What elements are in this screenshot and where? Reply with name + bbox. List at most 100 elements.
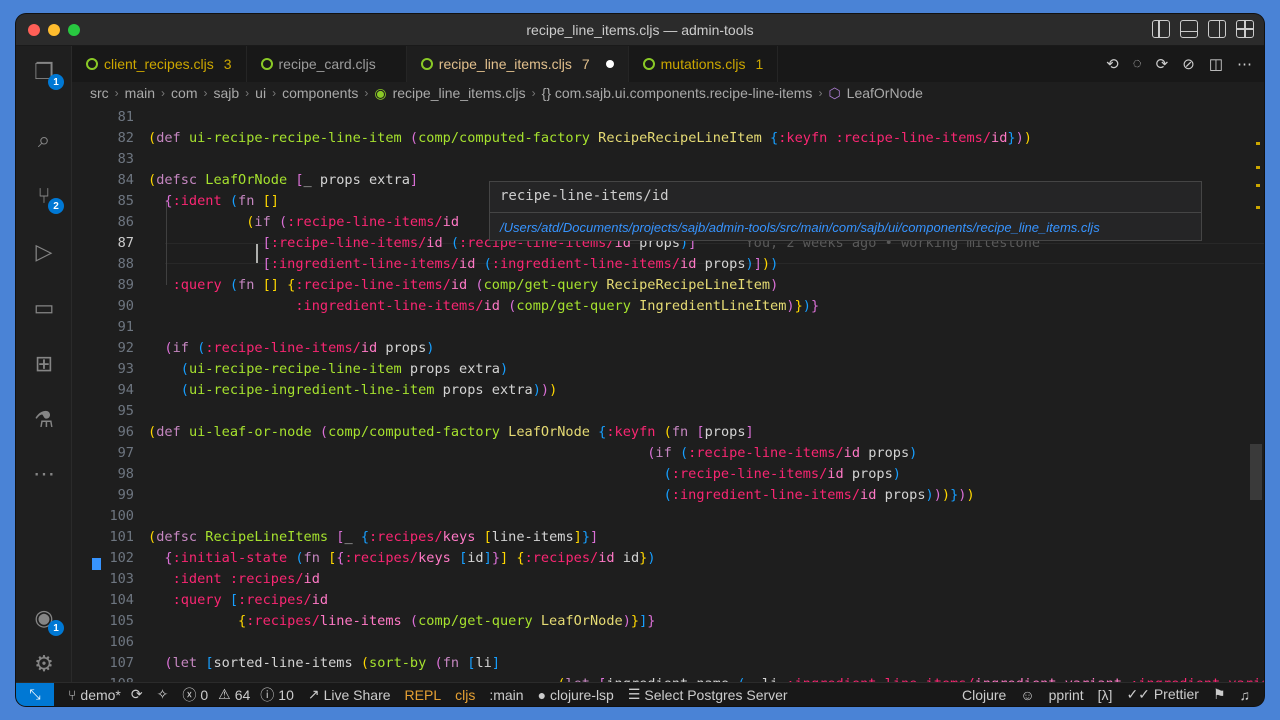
code-line: 90 :ingredient-line-items/id (comp/get-q… bbox=[72, 295, 1264, 316]
tab-recipe-line-items[interactable]: recipe_line_items.cljs 7 bbox=[406, 46, 629, 82]
line-number: 103 bbox=[109, 570, 134, 587]
hover-divider bbox=[490, 212, 1201, 213]
tab-label: recipe_line_items.cljs bbox=[438, 56, 572, 72]
branch-status[interactable]: ⑂ demo* ⟳ bbox=[68, 686, 143, 703]
timeline-icon[interactable]: ◌ bbox=[1133, 55, 1142, 73]
cljs-status[interactable]: cljs bbox=[455, 687, 475, 703]
remote-indicator-icon[interactable]: ⤡ bbox=[16, 682, 54, 706]
accounts-icon[interactable]: ◉ 1 bbox=[30, 604, 64, 636]
testing-icon[interactable]: ⚗ bbox=[30, 406, 58, 434]
go-forward-icon[interactable]: ⟳ bbox=[1156, 55, 1169, 73]
split-editor-icon[interactable]: ◫ bbox=[1209, 55, 1223, 73]
line-number: 90 bbox=[117, 297, 134, 314]
code-line: 91 bbox=[72, 316, 1264, 337]
line-number: 95 bbox=[117, 402, 134, 419]
prettier-label: Prettier bbox=[1153, 686, 1199, 702]
breadcrumb-item[interactable]: ui bbox=[255, 85, 266, 101]
code-editor[interactable]: 81 82 (def ui-recipe-recipe-line-item (co… bbox=[72, 106, 1264, 682]
line-number: 83 bbox=[117, 150, 134, 167]
postgres-label: Select Postgres Server bbox=[644, 686, 788, 703]
run-debug-icon[interactable]: ▷ bbox=[30, 238, 58, 266]
notifications-bell-icon[interactable]: ♫ bbox=[1240, 687, 1251, 703]
go-back-icon[interactable]: ⟲ bbox=[1106, 55, 1119, 73]
breadcrumb-item[interactable]: components bbox=[282, 85, 358, 101]
vertical-scrollbar-thumb[interactable] bbox=[1250, 444, 1262, 500]
repl-status[interactable]: REPL bbox=[405, 687, 442, 703]
maximize-window-button[interactable] bbox=[68, 24, 80, 36]
feedback-icon[interactable]: ⚑ bbox=[1213, 686, 1226, 703]
breadcrumb-symbol[interactable]: LeafOrNode bbox=[847, 85, 923, 101]
toggle-panel-icon[interactable] bbox=[1180, 20, 1198, 38]
postgres-status[interactable]: ☰ Select Postgres Server bbox=[628, 686, 788, 703]
language-mode[interactable]: Clojure bbox=[962, 687, 1006, 703]
explorer-badge: 1 bbox=[48, 74, 64, 90]
tab-client-recipes[interactable]: client_recipes.cljs 3 bbox=[72, 46, 247, 82]
breadcrumb-item[interactable]: recipe_line_items.cljs bbox=[393, 85, 526, 101]
tab-recipe-card[interactable]: recipe_card.cljs bbox=[247, 46, 407, 82]
info-icon: ⓘ bbox=[260, 686, 275, 703]
activity-bar: ❐ 1 ⌕ ⑂ 2 ▷ ▭ ⊞ ⚗ ⋯ ◉ 1 ⚙ bbox=[16, 46, 72, 682]
close-window-button[interactable] bbox=[28, 24, 40, 36]
pprint-toggle[interactable]: pprint bbox=[1049, 687, 1084, 703]
search-icon[interactable]: ⌕ bbox=[30, 126, 58, 154]
explorer-icon[interactable]: ❐ 1 bbox=[30, 58, 64, 90]
live-share-icon[interactable]: ⊘ bbox=[1182, 55, 1195, 73]
code-line: 88 [:ingredient-line-items/id (:ingredie… bbox=[72, 253, 1264, 274]
code-line: 98 (:recipe-line-items/id props) bbox=[72, 463, 1264, 484]
toggle-sidebar-icon[interactable] bbox=[1152, 20, 1170, 38]
line-number: 100 bbox=[109, 507, 134, 524]
breadcrumb-item[interactable]: sajb bbox=[213, 85, 239, 101]
line-number: 81 bbox=[117, 108, 134, 125]
code-line: 95 bbox=[72, 400, 1264, 421]
chevron-right-icon: › bbox=[203, 86, 208, 100]
tab-problem-count: 1 bbox=[755, 56, 764, 72]
lambda-status[interactable]: [λ] bbox=[1098, 687, 1113, 703]
layout-controls bbox=[1152, 20, 1254, 38]
line-number: 88 bbox=[117, 255, 134, 272]
breadcrumb-item[interactable]: src bbox=[90, 85, 109, 101]
code-line: 102 {:initial-state (fn [{:recipes/keys … bbox=[72, 547, 1264, 568]
unsaved-dot-icon[interactable] bbox=[605, 60, 614, 68]
warning-count: 64 bbox=[234, 686, 251, 703]
status-right: Clojure ☺ pprint [λ] ✓✓ Prettier ⚑ ♫ bbox=[962, 686, 1264, 703]
line-number: 91 bbox=[117, 318, 134, 335]
problems-status[interactable]: ⓧ 0 ⚠ 64 ⓘ 10 bbox=[182, 685, 294, 705]
traffic-lights bbox=[28, 24, 80, 36]
hover-tooltip: recipe-line-items/id /Users/atd/Document… bbox=[489, 181, 1202, 241]
lsp-label: clojure-lsp bbox=[550, 686, 614, 703]
build-status[interactable]: :main bbox=[489, 687, 523, 703]
line-number: 92 bbox=[117, 339, 134, 356]
copilot-icon[interactable]: ☺ bbox=[1020, 687, 1034, 703]
breadcrumb-namespace[interactable]: {} com.sajb.ui.components.recipe-line-it… bbox=[542, 85, 813, 101]
clojure-file-icon bbox=[260, 58, 273, 70]
tab-mutations[interactable]: mutations.cljs 1 bbox=[629, 46, 779, 82]
minimize-window-button[interactable] bbox=[48, 24, 60, 36]
remote-explorer-icon[interactable]: ▭ bbox=[30, 294, 58, 322]
line-number: 99 bbox=[117, 486, 134, 503]
customize-layout-icon[interactable] bbox=[1236, 20, 1254, 38]
code-line: 103 :ident :recipes/id bbox=[72, 568, 1264, 589]
tab-problem-count: 3 bbox=[223, 56, 232, 72]
accounts-badge: 1 bbox=[48, 620, 64, 636]
lsp-status[interactable]: ● clojure-lsp bbox=[538, 687, 614, 703]
line-number: 105 bbox=[109, 612, 134, 629]
settings-gear-icon[interactable]: ⚙ bbox=[30, 650, 58, 678]
more-actions-icon[interactable]: ⋯ bbox=[1237, 55, 1252, 73]
tab-label: mutations.cljs bbox=[660, 56, 746, 72]
toggle-secondary-sidebar-icon[interactable] bbox=[1208, 20, 1226, 38]
warning-icon: ⚠ bbox=[218, 686, 231, 702]
hover-path-link[interactable]: /Users/atd/Documents/projects/sajb/admin… bbox=[500, 220, 1100, 235]
line-number: 86 bbox=[117, 213, 134, 230]
code-line: 105 {:recipes/line-items (comp/get-query… bbox=[72, 610, 1264, 631]
more-icon[interactable]: ⋯ bbox=[30, 460, 58, 488]
line-number: 107 bbox=[109, 654, 134, 671]
breadcrumb-item[interactable]: com bbox=[171, 85, 197, 101]
code-line: 106 bbox=[72, 631, 1264, 652]
source-control-icon[interactable]: ⑂ 2 bbox=[30, 182, 64, 214]
live-share-status[interactable]: ↗ Live Share bbox=[308, 686, 391, 703]
extensions-icon[interactable]: ⊞ bbox=[30, 350, 58, 378]
prettier-status[interactable]: ✓✓ Prettier bbox=[1126, 686, 1198, 703]
code-line: 96 (def ui-leaf-or-node (comp/computed-fa… bbox=[72, 421, 1264, 442]
breadcrumb-item[interactable]: main bbox=[125, 85, 155, 101]
graph-icon[interactable]: ✧ bbox=[157, 686, 169, 703]
